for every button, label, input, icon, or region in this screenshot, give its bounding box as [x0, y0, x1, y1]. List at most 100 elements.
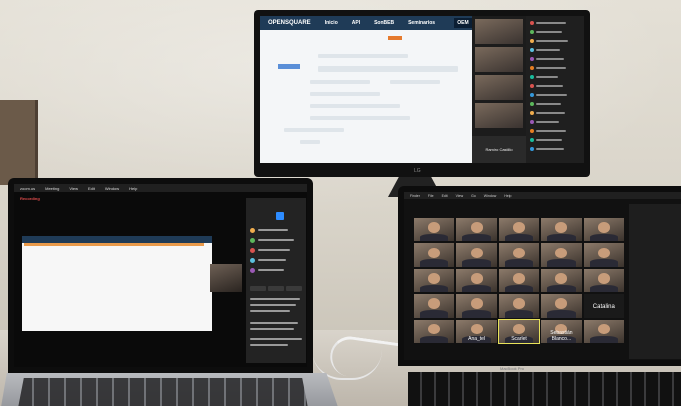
- menu-window[interactable]: Window: [484, 194, 496, 198]
- participant-body: [504, 310, 534, 318]
- video-tile[interactable]: [414, 218, 455, 242]
- menu-zoom[interactable]: zoom.us: [20, 186, 35, 191]
- video-tile[interactable]: [498, 218, 540, 242]
- laptop-model-label: MacBook Pro: [500, 366, 525, 371]
- avatar: [530, 92, 534, 97]
- participant-face: [512, 222, 526, 233]
- oem-badge: OEM: [454, 18, 472, 28]
- participant-name: [536, 138, 562, 141]
- participant-row[interactable]: [530, 56, 580, 61]
- video-tile[interactable]: [583, 243, 624, 267]
- participant-row[interactable]: [530, 20, 580, 25]
- participant-row[interactable]: [530, 101, 580, 106]
- mac-menu-bar: Finder File Edit View Go Window Help: [404, 192, 681, 199]
- menu-meeting[interactable]: Meeting: [45, 186, 59, 191]
- avatar: [530, 29, 534, 34]
- menu-file[interactable]: File: [428, 194, 434, 198]
- video-tile[interactable]: [475, 19, 523, 44]
- participant-face: [470, 222, 483, 233]
- video-tile[interactable]: [498, 268, 540, 293]
- avatar: [530, 65, 534, 70]
- participant-body: [420, 233, 449, 242]
- menu-help[interactable]: Help: [504, 194, 511, 198]
- video-tile[interactable]: [414, 319, 455, 343]
- participant-row[interactable]: [530, 137, 580, 142]
- nav-item-inicio[interactable]: Inicio: [325, 20, 338, 26]
- avatar: [530, 74, 534, 79]
- video-tile[interactable]: [456, 243, 497, 267]
- video-tile[interactable]: [210, 264, 242, 292]
- nav-item-seminarios[interactable]: Seminarios: [408, 20, 435, 26]
- participant-face: [597, 323, 610, 335]
- menu-edit[interactable]: Edit: [88, 186, 95, 191]
- participant-face: [597, 222, 610, 233]
- shared-screen: [22, 236, 212, 331]
- chat-line: [250, 310, 290, 312]
- participant-row[interactable]: [530, 74, 580, 79]
- video-tile[interactable]: [475, 75, 523, 100]
- video-tile[interactable]: [583, 268, 624, 293]
- menu-go[interactable]: Go: [471, 194, 476, 198]
- video-tile[interactable]: [498, 243, 540, 267]
- participant-name: [258, 259, 286, 261]
- video-tile[interactable]: [475, 47, 523, 72]
- nav-item-api[interactable]: API: [352, 20, 360, 26]
- video-tile[interactable]: [541, 243, 582, 267]
- participant-row[interactable]: [530, 83, 580, 88]
- menu-view[interactable]: View: [456, 194, 464, 198]
- participant-row[interactable]: [530, 47, 580, 52]
- participant-row[interactable]: [530, 29, 580, 34]
- zoom-side-panel: [246, 198, 306, 363]
- menu-edit[interactable]: Edit: [442, 194, 448, 198]
- video-tile[interactable]: [414, 268, 455, 293]
- participant-row[interactable]: [530, 92, 580, 97]
- participant-row[interactable]: [530, 146, 580, 151]
- participant-row[interactable]: [530, 110, 580, 115]
- more-button[interactable]: [286, 286, 302, 291]
- avatar: [250, 248, 255, 253]
- participant-body: [420, 259, 449, 267]
- menu-finder[interactable]: Finder: [410, 194, 420, 198]
- video-tile[interactable]: [498, 294, 540, 318]
- zoom-blue-icon: [276, 212, 284, 220]
- participant-row[interactable]: [530, 119, 580, 124]
- video-tile[interactable]: [541, 294, 582, 318]
- participant-row[interactable]: [530, 65, 580, 70]
- participant-body: [589, 259, 618, 267]
- menu-help[interactable]: Help: [129, 186, 137, 191]
- video-tile[interactable]: Catalina: [583, 294, 624, 318]
- unmute-all-button[interactable]: [268, 286, 284, 291]
- participant-body: [462, 310, 491, 318]
- menu-window[interactable]: Window: [105, 186, 119, 191]
- mute-all-button[interactable]: [250, 286, 266, 291]
- video-tile[interactable]: [475, 103, 523, 128]
- video-tile[interactable]: [583, 319, 624, 343]
- menu-view[interactable]: View: [69, 186, 78, 191]
- video-tile[interactable]: [414, 243, 455, 267]
- participant-row[interactable]: [530, 38, 580, 43]
- video-tile[interactable]: Ana_tel: [456, 319, 497, 343]
- nav-item-sonbeb[interactable]: SonBEB: [374, 20, 394, 26]
- video-tile[interactable]: [541, 268, 582, 293]
- orange-stripe: [24, 243, 204, 246]
- avatar: [250, 268, 255, 273]
- video-tile[interactable]: [456, 218, 497, 242]
- video-tile[interactable]: [583, 218, 624, 242]
- participant-face: [470, 298, 483, 309]
- participant-face: [555, 298, 568, 309]
- chat-line: [250, 298, 300, 300]
- avatar: [250, 258, 255, 263]
- avatar: [530, 137, 534, 142]
- avatar: [530, 56, 534, 61]
- participants-panel: [526, 16, 584, 163]
- orange-button[interactable]: [388, 36, 402, 40]
- video-tile[interactable]: [541, 218, 582, 242]
- participant-row[interactable]: [530, 128, 580, 133]
- video-tile[interactable]: [456, 294, 497, 318]
- video-tile[interactable]: Scarlet: [497, 318, 541, 345]
- video-tile[interactable]: [456, 268, 497, 293]
- video-tile[interactable]: [414, 294, 455, 318]
- photo-scene: OPENSQUARE Inicio API SonBEB Seminarios …: [0, 0, 681, 406]
- video-tile[interactable]: Sebastián Blanco...: [541, 319, 582, 343]
- right-laptop-screen: Finder File Edit View Go Window Help Cat…: [404, 192, 681, 360]
